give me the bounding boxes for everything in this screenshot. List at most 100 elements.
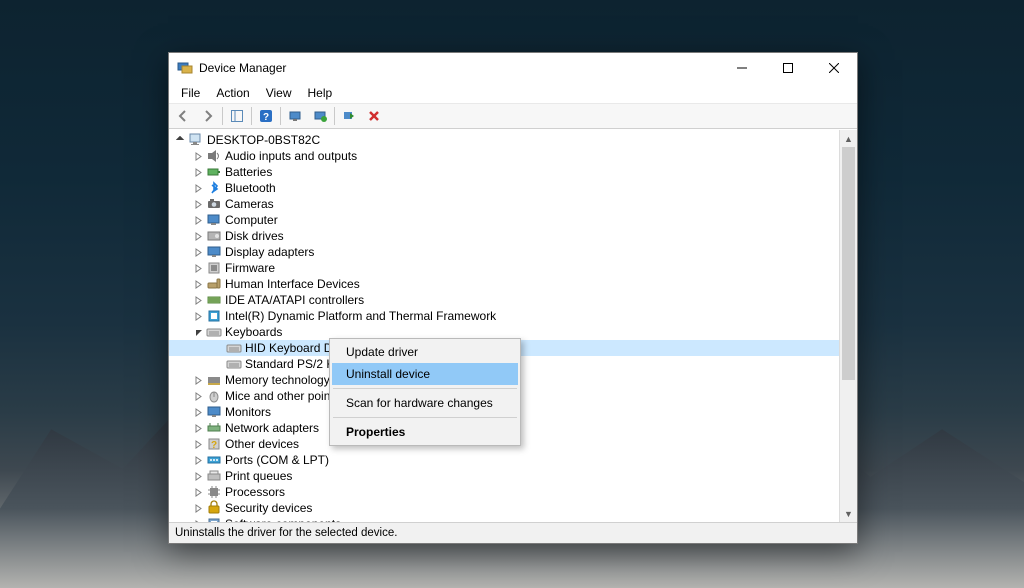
- expand-icon[interactable]: [191, 456, 205, 465]
- back-button[interactable]: [171, 104, 195, 128]
- menu-view[interactable]: View: [258, 85, 300, 101]
- scroll-thumb[interactable]: [842, 147, 855, 380]
- menubar: File Action View Help: [169, 83, 857, 104]
- menu-action[interactable]: Action: [208, 85, 257, 101]
- expand-icon[interactable]: [191, 392, 205, 401]
- expand-icon[interactable]: [191, 232, 205, 241]
- titlebar[interactable]: Device Manager: [169, 53, 857, 83]
- show-hide-tree-button[interactable]: [225, 104, 249, 128]
- expand-icon[interactable]: [191, 184, 205, 193]
- tree-item-bluetooth[interactable]: Bluetooth: [169, 180, 839, 196]
- tree-item-processors[interactable]: Processors: [169, 484, 839, 500]
- collapse-icon[interactable]: [173, 136, 187, 145]
- mice-icon: [206, 388, 222, 404]
- update-driver-button[interactable]: [308, 104, 332, 128]
- fw-icon: [206, 260, 222, 276]
- tree-item-label: Cameras: [225, 196, 274, 212]
- desktop: Device Manager File Action View Help ?: [0, 0, 1024, 588]
- scan-hardware-button[interactable]: [283, 104, 307, 128]
- tree-item-intel-dptf[interactable]: Intel(R) Dynamic Platform and Thermal Fr…: [169, 308, 839, 324]
- expand-icon[interactable]: [191, 424, 205, 433]
- enable-device-button[interactable]: [337, 104, 361, 128]
- menu-file[interactable]: File: [173, 85, 208, 101]
- tree-item-ide[interactable]: IDE ATA/ATAPI controllers: [169, 292, 839, 308]
- tree-item-firmware[interactable]: Firmware: [169, 260, 839, 276]
- vertical-scrollbar[interactable]: ▲ ▼: [839, 130, 857, 522]
- expand-icon[interactable]: [191, 280, 205, 289]
- tree-item-label: Standard PS/2 Keyboard: [245, 356, 330, 372]
- tree-item-print-queues[interactable]: Print queues: [169, 468, 839, 484]
- tree-item-label: IDE ATA/ATAPI controllers: [225, 292, 364, 308]
- ctx-update-driver[interactable]: Update driver: [332, 341, 518, 363]
- tree-item-batteries[interactable]: Batteries: [169, 164, 839, 180]
- help-button[interactable]: ?: [254, 104, 278, 128]
- tree-item-label: Other devices: [225, 436, 299, 452]
- tree-item-label: Ports (COM & LPT): [225, 452, 329, 468]
- tree-item-ports[interactable]: Ports (COM & LPT): [169, 452, 839, 468]
- intel-icon: [206, 308, 222, 324]
- svg-text:?: ?: [211, 440, 217, 451]
- tree-item-hid[interactable]: Human Interface Devices: [169, 276, 839, 292]
- expand-icon[interactable]: [191, 488, 205, 497]
- tree-item-cameras[interactable]: Cameras: [169, 196, 839, 212]
- expand-icon[interactable]: [191, 200, 205, 209]
- status-text: Uninstalls the driver for the selected d…: [175, 527, 397, 539]
- statusbar: Uninstalls the driver for the selected d…: [169, 522, 857, 543]
- expand-icon[interactable]: [191, 152, 205, 161]
- uninstall-device-button[interactable]: [362, 104, 386, 128]
- mon-icon: [206, 404, 222, 420]
- tree-item-audio[interactable]: Audio inputs and outputs: [169, 148, 839, 164]
- tree-item-label: Firmware: [225, 260, 275, 276]
- content-area: DESKTOP-0BST82C Audio inputs and outputs…: [169, 129, 857, 522]
- expand-icon[interactable]: [191, 216, 205, 225]
- tree-item-label: Network adapters: [225, 420, 319, 436]
- tree-item-display-adapters[interactable]: Display adapters: [169, 244, 839, 260]
- expand-icon[interactable]: [191, 248, 205, 257]
- scroll-track[interactable]: [840, 147, 857, 505]
- proc-icon: [206, 484, 222, 500]
- ctx-uninstall-device[interactable]: Uninstall device: [332, 363, 518, 385]
- ctx-properties[interactable]: Properties: [332, 421, 518, 443]
- other-icon: ?: [206, 436, 222, 452]
- maximize-button[interactable]: [765, 53, 811, 83]
- close-button[interactable]: [811, 53, 857, 83]
- tree-item-label: Keyboards: [225, 324, 282, 340]
- tree-item-security[interactable]: Security devices: [169, 500, 839, 516]
- ctx-separator: [333, 388, 517, 389]
- tree-root[interactable]: DESKTOP-0BST82C: [169, 132, 839, 148]
- expand-icon[interactable]: [191, 408, 205, 417]
- scroll-down-button[interactable]: ▼: [840, 505, 857, 522]
- printq-icon: [206, 468, 222, 484]
- tree-item-disk-drives[interactable]: Disk drives: [169, 228, 839, 244]
- tree-item-software-components[interactable]: Software components: [169, 516, 839, 522]
- expand-icon[interactable]: [191, 312, 205, 321]
- expand-icon[interactable]: [191, 504, 205, 513]
- hid-icon: [206, 276, 222, 292]
- device-tree[interactable]: DESKTOP-0BST82C Audio inputs and outputs…: [169, 130, 839, 522]
- expand-icon[interactable]: [191, 472, 205, 481]
- forward-button[interactable]: [196, 104, 220, 128]
- expand-icon[interactable]: [191, 376, 205, 385]
- ctx-scan-hardware[interactable]: Scan for hardware changes: [332, 392, 518, 414]
- scroll-up-button[interactable]: ▲: [840, 130, 857, 147]
- menu-help[interactable]: Help: [300, 85, 341, 101]
- tree-item-computer[interactable]: Computer: [169, 212, 839, 228]
- expand-icon[interactable]: [191, 520, 205, 523]
- expand-icon[interactable]: [191, 440, 205, 449]
- tree-item-label: Human Interface Devices: [225, 276, 360, 292]
- window-title: Device Manager: [199, 61, 286, 75]
- minimize-button[interactable]: [719, 53, 765, 83]
- tree-item-label: Monitors: [225, 404, 271, 420]
- tree-item-label: Bluetooth: [225, 180, 276, 196]
- expand-icon[interactable]: [191, 168, 205, 177]
- tree-item-label: Security devices: [225, 500, 312, 516]
- expand-icon[interactable]: [191, 296, 205, 305]
- sec-icon: [206, 500, 222, 516]
- ctx-separator: [333, 417, 517, 418]
- tree-item-label: Memory technology devices: [225, 372, 332, 388]
- kbdev-icon: [226, 356, 242, 372]
- toolbar: ?: [169, 104, 857, 129]
- expand-icon[interactable]: [191, 264, 205, 273]
- collapse-icon[interactable]: [191, 328, 205, 337]
- app-icon: [177, 60, 193, 76]
